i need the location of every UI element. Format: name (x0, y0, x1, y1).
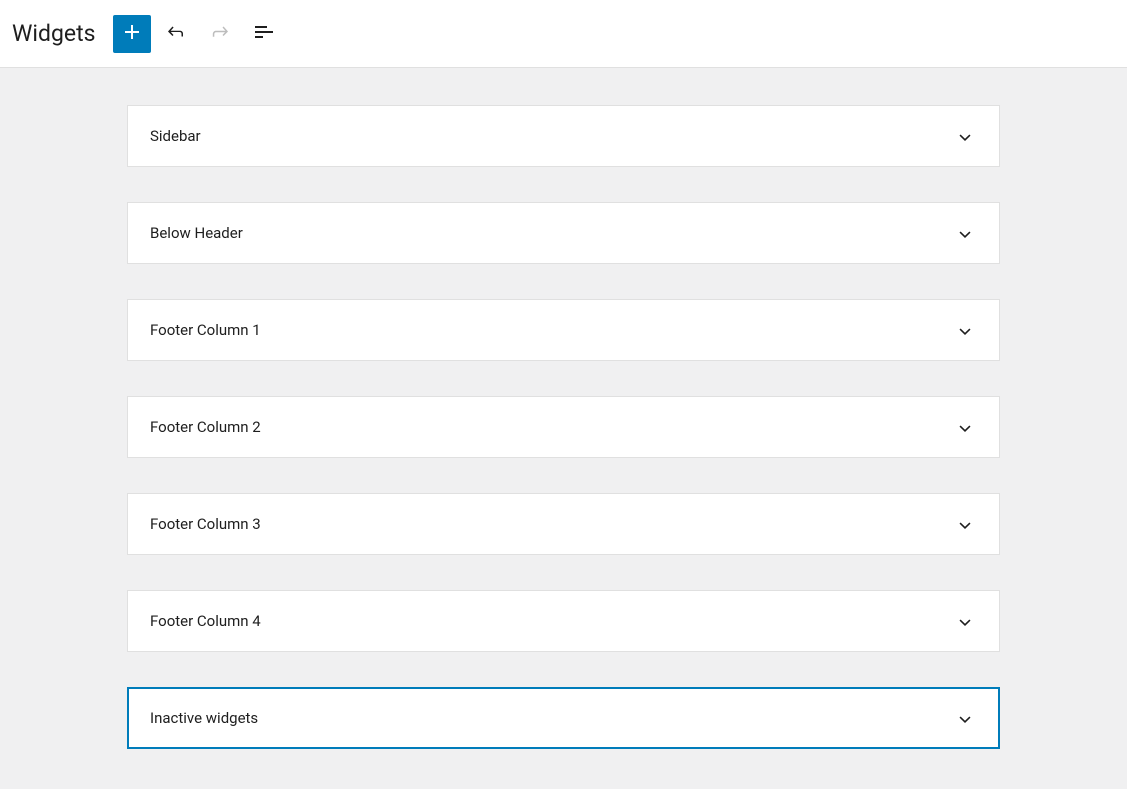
chevron-down-icon (953, 706, 977, 730)
undo-icon (164, 20, 188, 47)
undo-button[interactable] (157, 15, 195, 53)
plus-icon (120, 20, 144, 47)
widget-area-footer-column-3[interactable]: Footer Column 3 (127, 493, 1000, 555)
toolbar-buttons (113, 15, 283, 53)
chevron-down-icon (953, 512, 977, 536)
widget-area-label: Sidebar (150, 127, 201, 145)
widget-area-label: Inactive widgets (150, 709, 258, 727)
page-title: Widgets (12, 20, 95, 47)
list-view-icon (252, 20, 276, 47)
widget-area-below-header[interactable]: Below Header (127, 202, 1000, 264)
widget-area-footer-column-1[interactable]: Footer Column 1 (127, 299, 1000, 361)
chevron-down-icon (953, 318, 977, 342)
widget-area-sidebar[interactable]: Sidebar (127, 105, 1000, 167)
widget-area-label: Below Header (150, 224, 243, 242)
chevron-down-icon (953, 415, 977, 439)
widget-area-label: Footer Column 2 (150, 418, 261, 436)
document-overview-button[interactable] (245, 15, 283, 53)
chevron-down-icon (953, 221, 977, 245)
chevron-down-icon (953, 124, 977, 148)
redo-icon (208, 20, 232, 47)
widget-area-footer-column-4[interactable]: Footer Column 4 (127, 590, 1000, 652)
widget-area-footer-column-2[interactable]: Footer Column 2 (127, 396, 1000, 458)
topbar: Widgets (0, 0, 1127, 68)
widget-area-label: Footer Column 3 (150, 515, 261, 533)
widget-area-inactive-widgets[interactable]: Inactive widgets (127, 687, 1000, 749)
widget-area-label: Footer Column 4 (150, 612, 261, 630)
chevron-down-icon (953, 609, 977, 633)
add-block-button[interactable] (113, 15, 151, 53)
widget-area-label: Footer Column 1 (150, 321, 261, 339)
widget-areas-list: Sidebar Below Header Footer Column 1 Foo… (0, 68, 1127, 789)
redo-button (201, 15, 239, 53)
